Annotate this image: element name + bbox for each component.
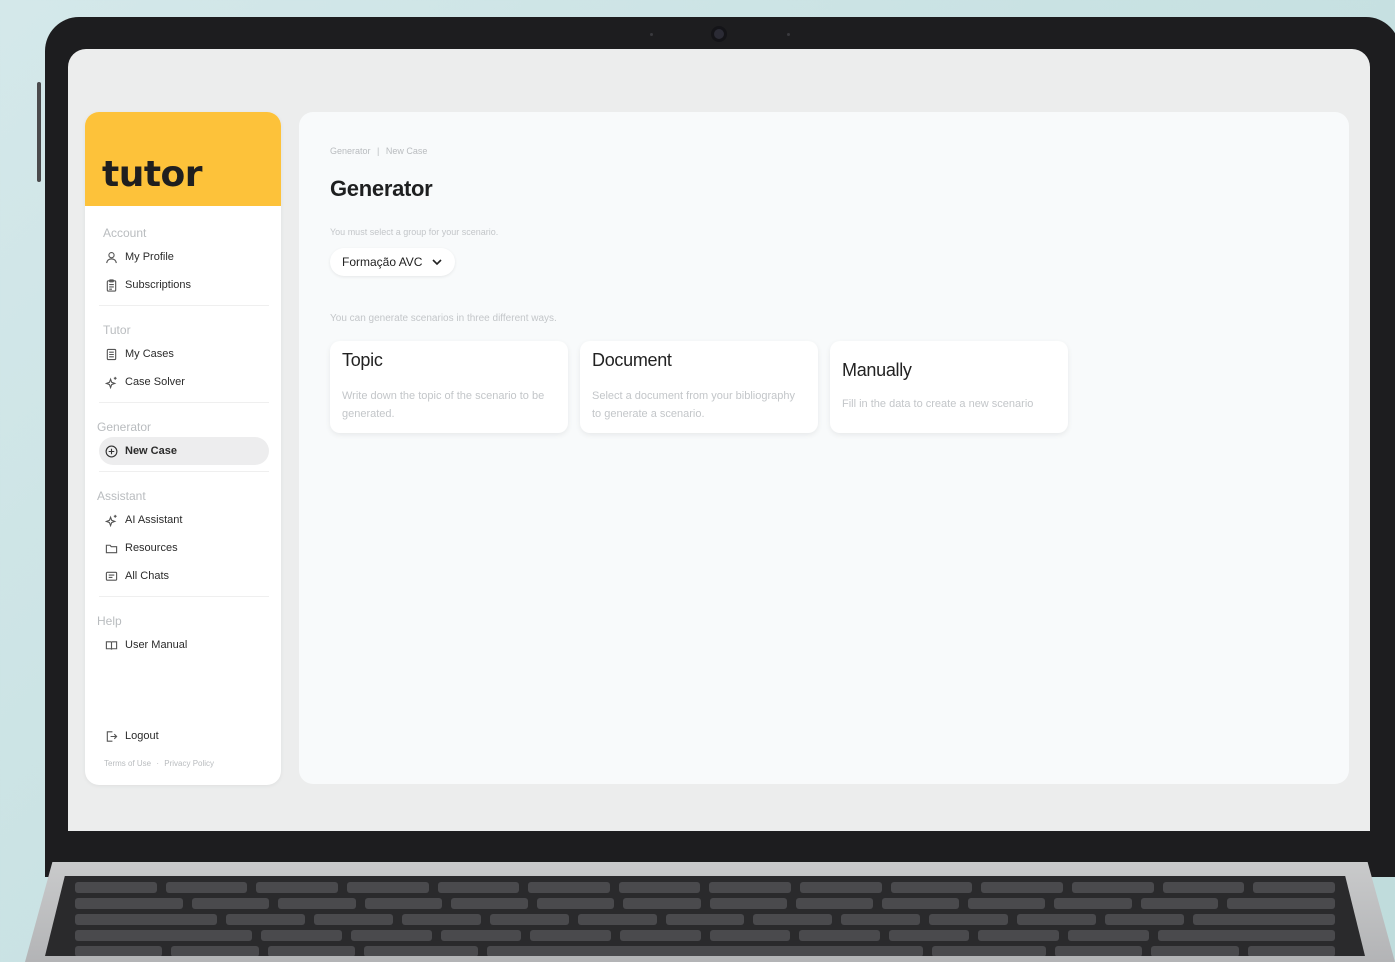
nav-section-logout: Logout [85, 722, 281, 750]
privacy-link[interactable]: Privacy Policy [164, 759, 214, 768]
sidebar-item-label: My Profile [125, 251, 174, 263]
section-title-tutor: Tutor [103, 323, 131, 337]
logout-button[interactable]: Logout [99, 722, 269, 750]
card-description: Write down the topic of the scenario to … [342, 390, 545, 420]
sidebar-item-label: User Manual [125, 639, 188, 651]
laptop-screen: tutor Account My Profile Subscriptions T… [68, 49, 1370, 831]
sidebar: tutor Account My Profile Subscriptions T… [85, 112, 281, 785]
folder-icon [104, 541, 118, 555]
ways-hint: You can generate scenarios in three diff… [330, 313, 557, 324]
card-description: Select a document from your bibliography… [592, 390, 795, 420]
sidebar-item-all-chats[interactable]: All Chats [99, 562, 269, 590]
nav-section-assistant: Assistant AI Assistant Resources All Cha… [85, 488, 281, 597]
topic-card[interactable]: Topic Write down the topic of the scenar… [330, 341, 568, 433]
group-select[interactable]: Formação AVC [330, 248, 456, 276]
sidebar-item-label: All Chats [125, 570, 170, 582]
nav-section-help: Help User Manual [85, 613, 281, 659]
sidebar-item-label: My Cases [125, 348, 174, 360]
chat-list-icon [104, 569, 118, 583]
section-title-account: Account [103, 226, 147, 240]
sidebar-item-label: AI Assistant [125, 514, 183, 526]
user-icon [104, 250, 118, 264]
logout-icon [104, 729, 118, 743]
card-description: Fill in the data to create a new scenari… [842, 398, 1034, 410]
logout-label: Logout [125, 730, 159, 742]
app-logo[interactable]: tutor [102, 154, 203, 195]
document-card[interactable]: Document Select a document from your bib… [580, 341, 818, 433]
sidebar-item-label: New Case [125, 445, 177, 457]
sensor-dot [650, 33, 653, 36]
section-title-generator: Generator [97, 420, 152, 434]
terms-link[interactable]: Terms of Use [104, 759, 151, 768]
card-title: Manually [842, 360, 912, 380]
laptop-side-button [37, 82, 41, 182]
divider [99, 471, 269, 472]
sidebar-item-ai-assistant[interactable]: AI Assistant [99, 506, 269, 534]
divider [99, 305, 269, 306]
sidebar-item-subscriptions[interactable]: Subscriptions [99, 271, 269, 299]
sensor-dot [787, 33, 790, 36]
brand-header: tutor [85, 112, 281, 206]
sidebar-item-user-manual[interactable]: User Manual [99, 631, 269, 659]
section-title-assistant: Assistant [97, 489, 146, 503]
book-icon [104, 638, 118, 652]
footer-separator: · [156, 759, 160, 768]
clipboard-icon [104, 278, 118, 292]
breadcrumb: Generator | New Case [330, 146, 427, 156]
sidebar-item-label: Subscriptions [125, 279, 192, 291]
breadcrumb-current: New Case [385, 146, 428, 156]
footer-links: Terms of Use · Privacy Policy [104, 759, 214, 768]
sparkle-icon [104, 375, 118, 389]
card-title: Topic [342, 350, 383, 370]
page-title: Generator [330, 176, 433, 201]
sidebar-item-new-case[interactable]: New Case [99, 437, 269, 465]
group-select-value: Formação AVC [342, 255, 423, 269]
sparkle-icon [104, 513, 118, 527]
breadcrumb-generator[interactable]: Generator [330, 146, 371, 156]
sidebar-item-resources[interactable]: Resources [99, 534, 269, 562]
divider [99, 402, 269, 403]
breadcrumb-separator: | [377, 146, 380, 156]
card-title: Document [592, 350, 672, 370]
nav-section-tutor: Tutor My Cases Case Solver [85, 322, 281, 403]
keyboard [45, 876, 1365, 956]
webcam [711, 26, 727, 42]
section-title-help: Help [97, 614, 122, 628]
sidebar-item-case-solver[interactable]: Case Solver [99, 368, 269, 396]
document-icon [104, 347, 118, 361]
manually-card[interactable]: Manually Fill in the data to create a ne… [830, 341, 1068, 433]
plus-circle-icon [104, 444, 118, 458]
sidebar-item-label: Resources [125, 542, 178, 554]
chevron-down-icon [431, 256, 443, 268]
sidebar-item-my-profile[interactable]: My Profile [99, 243, 269, 271]
sidebar-item-label: Case Solver [125, 376, 185, 388]
main-panel: Generator | New Case Generator You must … [299, 112, 1349, 784]
sidebar-item-my-cases[interactable]: My Cases [99, 340, 269, 368]
nav-section-account: Account My Profile Subscriptions [85, 225, 281, 306]
group-hint: You must select a group for your scenari… [330, 227, 499, 237]
nav-section-generator: Generator New Case [85, 419, 281, 472]
divider [99, 596, 269, 597]
